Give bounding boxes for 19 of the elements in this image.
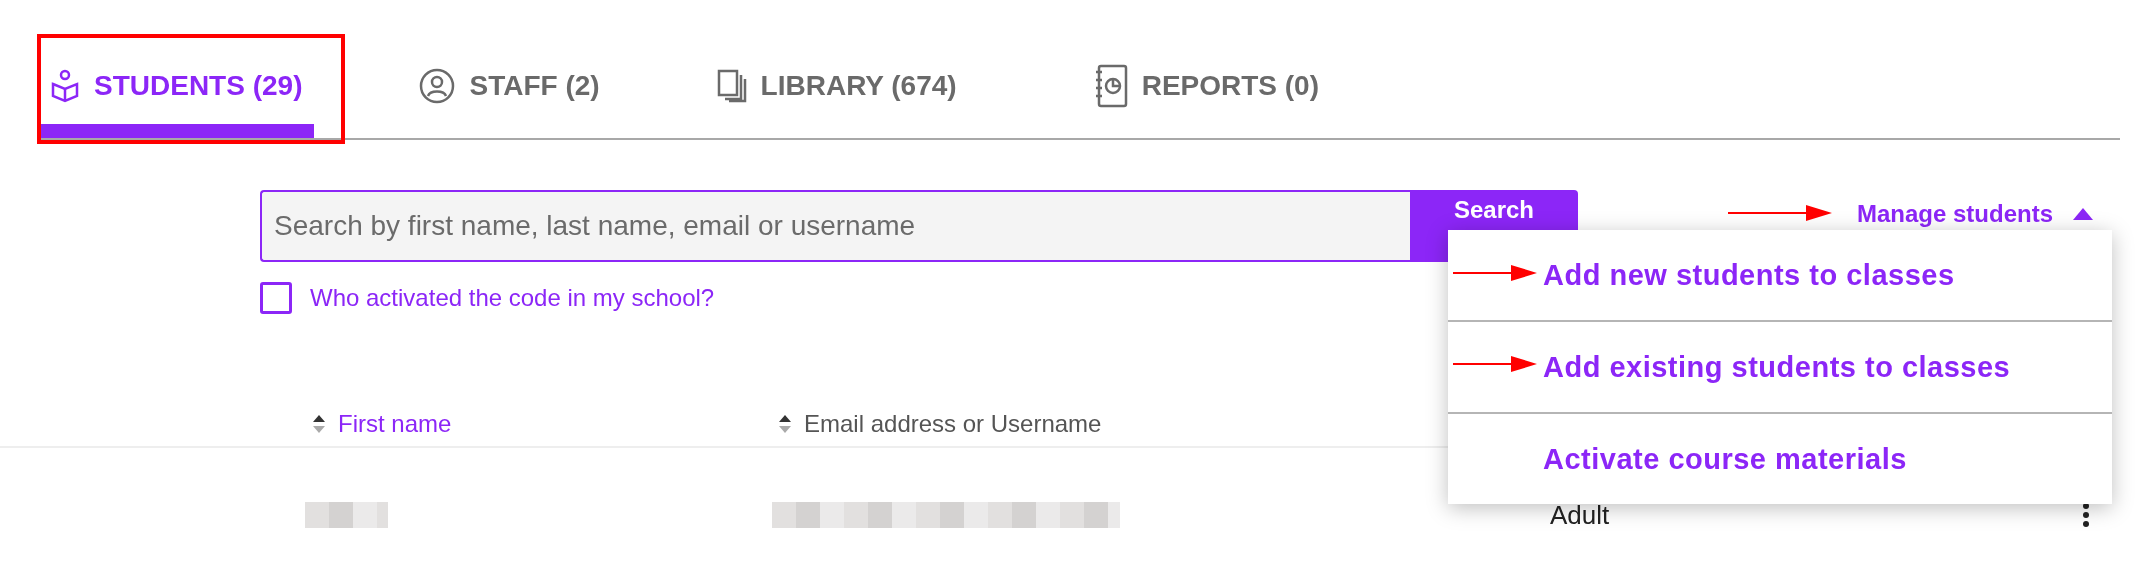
caret-icon	[2073, 208, 2093, 220]
tab[interactable]: STAFF (2)	[409, 38, 612, 138]
copies-icon	[716, 69, 747, 103]
menu-item[interactable]: Activate course materials	[1448, 412, 2112, 504]
manage-students-link[interactable]: Manage students	[1856, 200, 2093, 228]
student-icon	[50, 69, 80, 103]
tab[interactable]: STUDENTS (29)	[40, 38, 315, 138]
tab[interactable]: LIBRARY (674)	[706, 38, 969, 138]
checkbox-label: Who activated the code in my school?	[310, 284, 715, 312]
person-icon	[419, 68, 456, 104]
column-header[interactable]: First name	[312, 410, 742, 438]
more-options-icon[interactable]	[2083, 503, 2090, 527]
sort-icon	[778, 414, 792, 434]
checkbox[interactable]	[260, 282, 292, 314]
tab[interactable]: REPORTS (0)	[1083, 38, 1331, 138]
sort-icon	[312, 414, 326, 434]
column-header[interactable]: Email address or Username	[778, 410, 1378, 438]
search-field[interactable]: Search by first name, last name, email or username	[260, 190, 1410, 262]
report-icon	[1093, 64, 1128, 108]
